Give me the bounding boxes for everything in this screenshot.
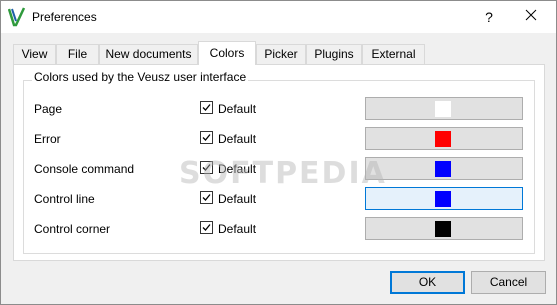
- row-label: Page: [34, 102, 63, 116]
- color-swatch: [435, 221, 451, 237]
- default-checkbox-label[interactable]: Default: [218, 102, 256, 116]
- default-checkbox-label[interactable]: Default: [218, 192, 256, 206]
- tab-view[interactable]: View: [13, 44, 56, 64]
- color-picker-button[interactable]: [365, 157, 523, 180]
- checkmark-icon: [202, 134, 211, 141]
- tab-plugins[interactable]: Plugins: [306, 44, 362, 64]
- help-icon[interactable]: ?: [479, 7, 499, 27]
- row-label: Control line: [34, 192, 95, 206]
- default-checkbox[interactable]: [200, 221, 213, 234]
- color-swatch: [435, 131, 451, 147]
- color-swatch: [435, 101, 451, 117]
- default-checkbox-label[interactable]: Default: [218, 132, 256, 146]
- tab-new-documents[interactable]: New documents: [99, 44, 198, 64]
- checkmark-icon: [202, 104, 211, 111]
- color-picker-button[interactable]: [365, 217, 523, 240]
- color-row-error: Error Default: [14, 127, 546, 153]
- softpedia-watermark: SOFTPEDIA: [179, 156, 387, 191]
- tab-picker[interactable]: Picker: [256, 44, 306, 64]
- color-swatch: [435, 161, 451, 177]
- group-title: Colors used by the Veusz user interface: [32, 70, 249, 84]
- checkmark-icon: [202, 224, 211, 231]
- tab-external[interactable]: External: [362, 44, 425, 64]
- row-label: Console command: [34, 162, 135, 176]
- color-picker-button[interactable]: [365, 127, 523, 150]
- ok-button[interactable]: OK: [390, 271, 465, 294]
- color-picker-button[interactable]: [365, 97, 523, 120]
- row-label: Control corner: [34, 222, 111, 236]
- cancel-button[interactable]: Cancel: [471, 271, 546, 294]
- preferences-dialog: Preferences ? View File New documents Co…: [0, 0, 557, 305]
- default-checkbox[interactable]: [200, 131, 213, 144]
- color-row-control-corner: Control corner Default: [14, 217, 546, 243]
- title-bar: Preferences ?: [1, 1, 556, 33]
- color-row-page: Page Default: [14, 97, 546, 123]
- close-icon[interactable]: [521, 7, 541, 27]
- tab-file[interactable]: File: [56, 44, 99, 64]
- veusz-logo-icon: [8, 7, 26, 27]
- row-label: Error: [34, 132, 61, 146]
- default-checkbox[interactable]: [200, 191, 213, 204]
- default-checkbox-label[interactable]: Default: [218, 222, 256, 236]
- tab-colors[interactable]: Colors: [198, 41, 256, 65]
- color-swatch: [435, 191, 451, 207]
- default-checkbox[interactable]: [200, 101, 213, 114]
- checkmark-icon: [202, 194, 211, 201]
- window-title: Preferences: [32, 10, 97, 24]
- color-picker-button[interactable]: [365, 187, 523, 210]
